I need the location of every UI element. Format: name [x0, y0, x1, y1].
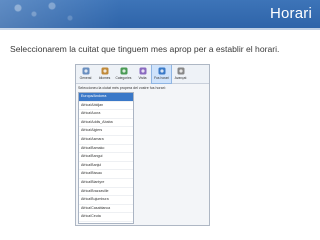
toolbar-button-label: General: [79, 76, 92, 80]
city-list-item[interactable]: Africa/Brazzaville: [79, 188, 133, 197]
toolbar-button-label: Visita: [138, 76, 147, 80]
toolbar-button-label: Categories: [115, 76, 132, 80]
toolbar-button-2[interactable]: Categories: [114, 65, 133, 83]
toolbar-button-label: Idiomes: [98, 76, 111, 80]
city-list-item[interactable]: Europa/Andorra: [79, 93, 133, 102]
categories-icon: [120, 67, 127, 75]
languages-icon: [101, 67, 108, 75]
toolbar-button-label: Fus horari: [154, 76, 169, 80]
city-list-item[interactable]: Africa/Bujumbura: [79, 196, 133, 205]
city-list[interactable]: Europa/Andorra Africa/Abidjan Africa/Accra…: [78, 92, 134, 224]
toolbar-button-0[interactable]: General: [76, 65, 95, 83]
city-list-item[interactable]: Africa/Ceuta: [79, 213, 133, 222]
toolbar-button-3[interactable]: Visita: [133, 65, 152, 83]
banner-decoration: [0, 0, 120, 30]
banner-rule: [0, 28, 320, 30]
advanced-icon: [177, 67, 184, 75]
timezone-prompt: Seleccioneu la ciutat més propera del vo…: [78, 86, 166, 90]
visit-icon: [139, 67, 146, 75]
settings-toolbar: General Idiomes Categories Visita Fus horari…: [76, 65, 209, 84]
toolbar-button-5[interactable]: Avançat: [171, 65, 190, 83]
city-list-item[interactable]: Africa/Addis_Ababa: [79, 119, 133, 128]
city-list-item[interactable]: Africa/Bissau: [79, 170, 133, 179]
city-list-item[interactable]: Africa/Algiers: [79, 127, 133, 136]
toolbar-button-1[interactable]: Idiomes: [95, 65, 114, 83]
slide-subtitle: Seleccionarem la cuitat que tinguem mes …: [10, 44, 280, 54]
city-list-item[interactable]: Africa/Bangui: [79, 153, 133, 162]
toolbar-button-label: Avançat: [174, 76, 187, 80]
city-list-item[interactable]: Africa/Asmara: [79, 136, 133, 145]
general-icon: [82, 67, 89, 75]
city-list-item[interactable]: Africa/Abidjan: [79, 102, 133, 111]
city-list-item[interactable]: Africa/Blantyre: [79, 179, 133, 188]
city-list-item[interactable]: Africa/Accra: [79, 110, 133, 119]
city-list-item[interactable]: Africa/Banjul: [79, 162, 133, 171]
timezone-icon: [158, 67, 165, 75]
settings-window-screenshot: General Idiomes Categories Visita Fus horari…: [75, 64, 210, 226]
city-list-item[interactable]: Africa/Casablanca: [79, 205, 133, 214]
toolbar-button-4[interactable]: Fus horari: [151, 65, 172, 84]
slide-title: Horari: [269, 5, 312, 22]
city-list-item[interactable]: Africa/Bamako: [79, 145, 133, 154]
title-banner: Horari: [0, 0, 320, 30]
city-list-item[interactable]: Africa/Conakry: [79, 222, 133, 224]
